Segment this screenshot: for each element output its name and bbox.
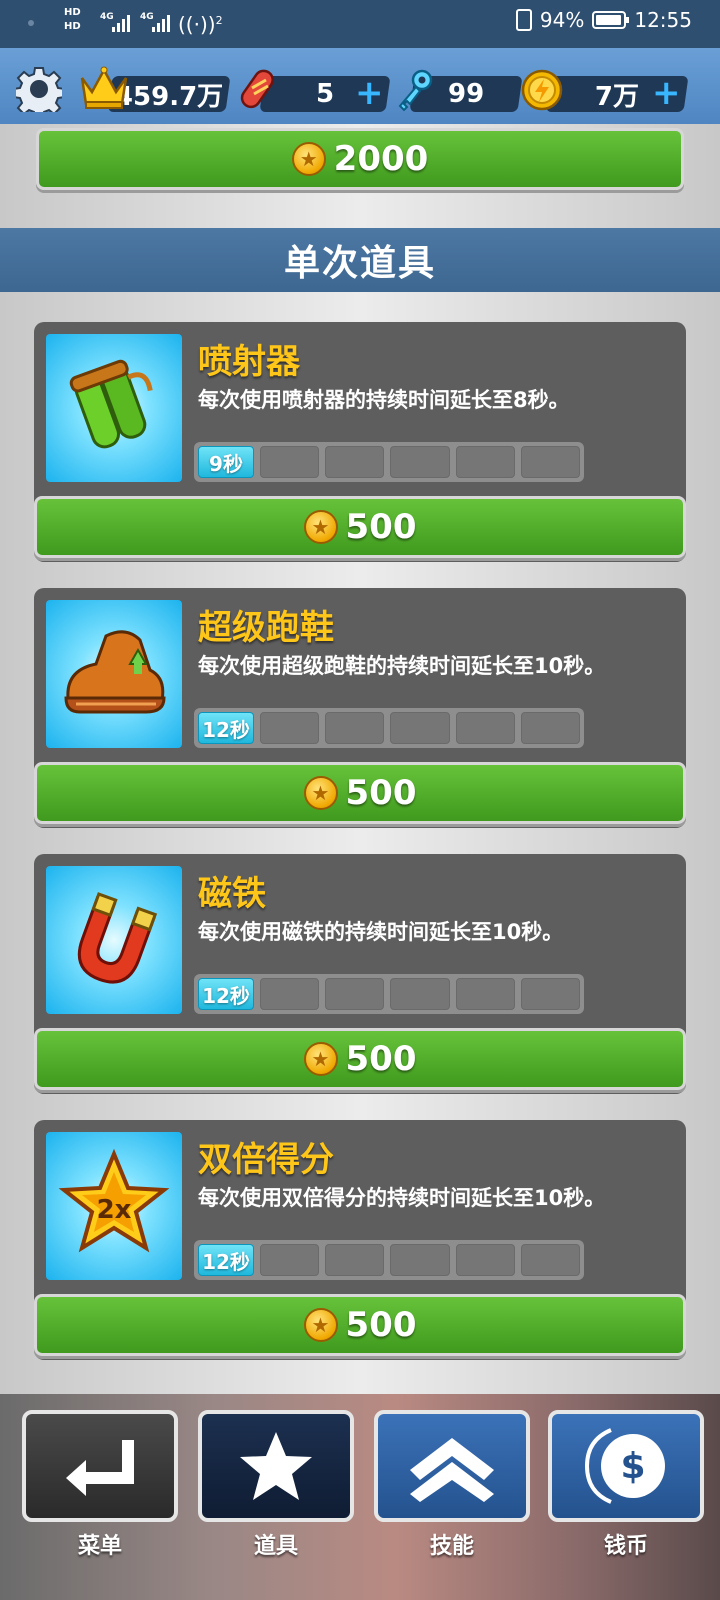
back-arrow-icon xyxy=(66,1440,134,1496)
star-icon xyxy=(240,1432,312,1500)
powerup-title: 双倍得分 xyxy=(198,1140,334,1180)
coin-icon: ★ xyxy=(303,510,338,544)
signal-strength-icon xyxy=(112,14,130,32)
empty-level-slot xyxy=(325,446,385,478)
battery-percent: 94% xyxy=(539,8,585,32)
section-header: 单次道具 xyxy=(0,228,720,292)
coin-icon: ★ xyxy=(303,776,338,810)
crown-count: 459.7万 xyxy=(114,81,224,112)
empty-level-slot xyxy=(390,1244,450,1276)
hoverboard-count: 5 xyxy=(315,79,335,109)
current-level-badge: 12秒 xyxy=(198,1244,254,1276)
upgrade-level-track: 12秒 xyxy=(194,1240,584,1280)
buy-super-sneakers-upgrade-button[interactable]: ★ 500 xyxy=(34,762,686,824)
battery-icon xyxy=(592,11,630,29)
price-label: 500 xyxy=(345,507,417,547)
price-label: 500 xyxy=(345,1039,417,1079)
empty-level-slot xyxy=(455,712,515,744)
empty-level-slot xyxy=(260,446,320,478)
price-label: 2000 xyxy=(333,139,429,179)
buy-jetpack-upgrade-button[interactable]: ★ 500 xyxy=(34,496,686,558)
upgrade-level-track: 12秒 xyxy=(194,974,584,1014)
multiplier-text: 2x xyxy=(97,1195,132,1225)
vibrate-icon xyxy=(515,9,532,31)
upgrade-level-track: 9秒 xyxy=(194,442,584,482)
buy-upgrade-button[interactable]: ★ 2000 xyxy=(36,128,684,190)
powerup-description: 每次使用磁铁的持续时间延长至10秒。 xyxy=(198,920,564,944)
powerup-description: 每次使用喷射器的持续时间延长至8秒。 xyxy=(198,388,570,412)
current-level-badge: 12秒 xyxy=(198,978,254,1010)
nav-coins-button[interactable]: $ xyxy=(548,1410,704,1522)
section-title: 单次道具 xyxy=(283,243,436,284)
dollar-coin-icon: $ xyxy=(584,1428,665,1504)
hotspot-icon: ((·))2 xyxy=(178,12,223,37)
empty-level-slot xyxy=(520,1244,581,1276)
empty-level-slot xyxy=(325,1244,385,1276)
empty-level-slot xyxy=(260,712,320,744)
powerup-description: 每次使用超级跑鞋的持续时间延长至10秒。 xyxy=(198,654,606,678)
powerup-title: 超级跑鞋 xyxy=(198,608,334,648)
nav-menu-label: 菜单 xyxy=(77,1534,122,1559)
shop-scroll-area[interactable]: ★ 2000 单次道具 喷射器 每次使用喷射器的持续时间延长至8秒。 9秒 ★ … xyxy=(0,124,720,1394)
nav-items-label: 道具 xyxy=(253,1534,298,1559)
add-hoverboards-button[interactable]: + xyxy=(355,76,384,110)
price-label: 500 xyxy=(345,773,417,813)
super-sneakers-icon xyxy=(46,600,182,748)
empty-level-slot xyxy=(455,446,515,478)
coin-icon: ★ xyxy=(303,1042,338,1076)
settings-gear-icon[interactable] xyxy=(16,66,62,112)
key-icon xyxy=(398,69,433,112)
current-level-badge: 9秒 xyxy=(198,446,254,478)
notification-dot xyxy=(28,20,34,26)
nav-items-button[interactable] xyxy=(198,1410,354,1522)
nav-skills-button[interactable] xyxy=(374,1410,530,1522)
coin-icon: ★ xyxy=(291,142,326,176)
crown-icon xyxy=(80,66,128,109)
powerup-card-jetpack: 喷射器 每次使用喷射器的持续时间延长至8秒。 9秒 ★ 500 xyxy=(34,322,686,562)
powerup-description: 每次使用双倍得分的持续时间延长至10秒。 xyxy=(198,1186,606,1210)
add-coins-button[interactable]: + xyxy=(652,76,681,110)
nav-skills-label: 技能 xyxy=(429,1534,474,1559)
dollar-sign: $ xyxy=(620,1446,645,1487)
empty-level-slot xyxy=(390,978,450,1010)
upgrade-level-track: 12秒 xyxy=(194,708,584,748)
powerup-card-magnet: 磁铁 每次使用磁铁的持续时间延长至10秒。 12秒 ★ 500 xyxy=(34,854,686,1094)
powerup-title: 喷射器 xyxy=(198,342,300,382)
coin-icon: ★ xyxy=(303,1308,338,1342)
network-label-1: HD xyxy=(64,7,81,18)
empty-level-slot xyxy=(520,712,581,744)
nav-coins-label: 钱币 xyxy=(603,1534,648,1559)
empty-level-slot xyxy=(325,978,385,1010)
empty-level-slot xyxy=(520,446,581,478)
powerup-title: 磁铁 xyxy=(198,874,266,914)
empty-level-slot xyxy=(325,712,385,744)
double-chevron-up-icon xyxy=(410,1438,494,1502)
network-type-labels: HD HD xyxy=(64,6,81,34)
current-level-badge: 12秒 xyxy=(198,712,254,744)
status-bar: HD HD 4G 4G ((·))2 94% 12:55 xyxy=(0,0,720,48)
empty-level-slot xyxy=(260,978,320,1010)
signal-strength-icon-2 xyxy=(152,14,170,32)
score-multiplier-star-icon: 2x xyxy=(46,1132,182,1280)
empty-level-slot xyxy=(260,1244,320,1276)
jetpack-icon xyxy=(46,334,182,482)
coin-icon xyxy=(521,69,563,111)
empty-level-slot xyxy=(520,978,581,1010)
empty-level-slot xyxy=(455,1244,515,1276)
price-label: 500 xyxy=(345,1305,417,1345)
empty-level-slot xyxy=(455,978,515,1010)
empty-level-slot xyxy=(390,446,450,478)
network-label-2: HD xyxy=(64,21,81,32)
powerup-card-super-sneakers: 超级跑鞋 每次使用超级跑鞋的持续时间延长至10秒。 12秒 ★ 500 xyxy=(34,588,686,828)
hoverboard-icon xyxy=(240,69,274,109)
clock: 12:55 xyxy=(634,8,692,32)
buy-magnet-upgrade-button[interactable]: ★ 500 xyxy=(34,1028,686,1090)
empty-level-slot xyxy=(390,712,450,744)
powerup-card-double-score: 2x 双倍得分 每次使用双倍得分的持续时间延长至10秒。 12秒 ★ 500 xyxy=(34,1120,686,1360)
key-count: 99 xyxy=(447,79,485,109)
coin-count: 7万 xyxy=(594,81,640,112)
nav-menu-button[interactable] xyxy=(22,1410,178,1522)
magnet-icon xyxy=(46,866,182,1014)
buy-double-score-upgrade-button[interactable]: ★ 500 xyxy=(34,1294,686,1356)
